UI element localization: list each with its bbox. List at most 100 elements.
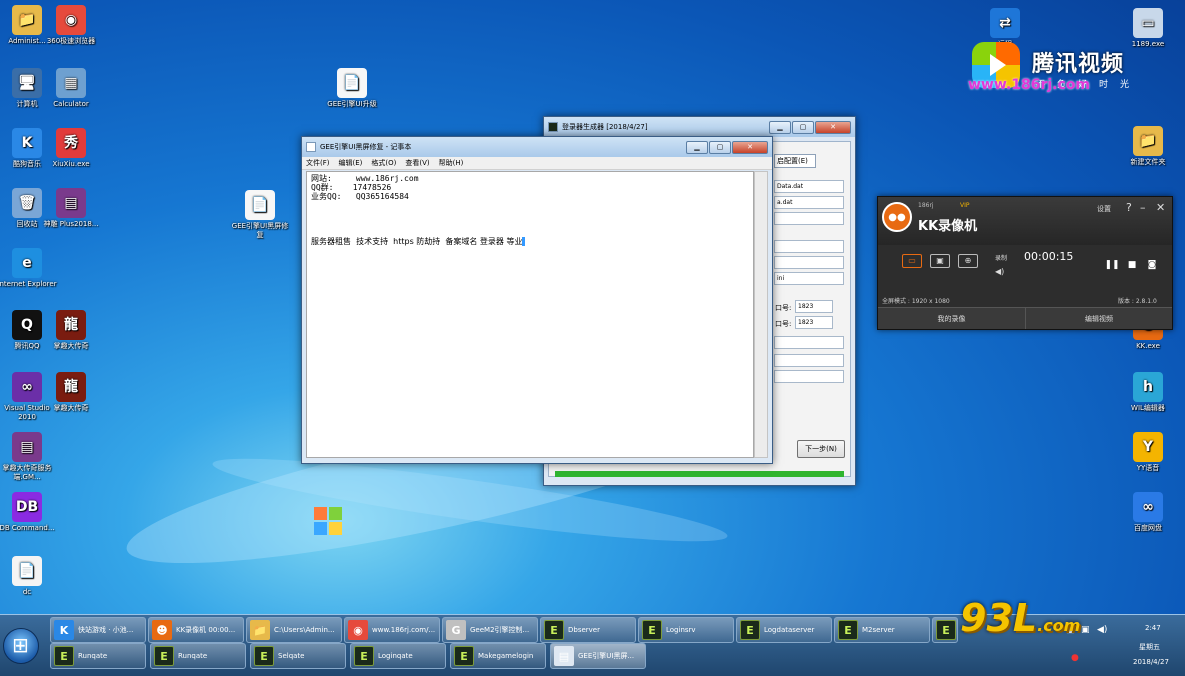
generator-field[interactable]: a.dat (774, 196, 844, 209)
notepad-window[interactable]: GEE引擎UI黑屏修复 - 记事本 ▁ ▢ ✕ 文件(F) 编辑(E) 格式(O… (301, 136, 773, 464)
generator-titlebar[interactable]: 登录器生成器 [2018/4/27] ▁ ▢ ✕ (544, 117, 855, 137)
app-icon: ⇄ (990, 8, 1020, 38)
clock-date[interactable]: 2018/4/27 (1133, 658, 1169, 666)
taskbar-app-icon: ▤ (554, 646, 574, 666)
desktop-icon[interactable]: e Internet Explorer (0, 248, 57, 289)
minimize-icon[interactable]: – (1140, 201, 1146, 214)
taskbar-button[interactable]: G GeeM2引擎控制... (442, 617, 538, 643)
volume-icon[interactable]: ◀) (995, 267, 1004, 276)
taskbar-button[interactable]: 📁 C:\Users\Admin... (246, 617, 342, 643)
game-mode-icon[interactable]: ⊕ (958, 254, 978, 268)
maximize-button[interactable]: ▢ (792, 120, 814, 134)
taskbar-button-label: Selqate (278, 652, 305, 660)
taskbar-button[interactable]: E Loginsrv (638, 617, 734, 643)
taskbar-button[interactable]: ◉ www.186rj.com/... (344, 617, 440, 643)
taskbar-button-label: GEE引擎UI黑屏... (578, 652, 635, 660)
desktop-icon[interactable]: 📄 GEE引擎UI黑屏修复 (230, 190, 290, 240)
text-line: 业务QQ: QQ365164584 (311, 192, 409, 201)
desktop-icon[interactable]: ▦ Calculator (41, 68, 101, 109)
desktop-icon-label: 掌趣大传奇 (53, 404, 89, 412)
maximize-button[interactable]: ▢ (709, 140, 731, 154)
volume-icon[interactable]: ◀) (1097, 625, 1107, 635)
taskbar-button-label: Makegamelogin (478, 652, 534, 660)
network-icon[interactable]: ▣ (1081, 625, 1090, 635)
minimize-button[interactable]: ▁ (686, 140, 708, 154)
clock-day[interactable]: 星期五 (1139, 642, 1160, 652)
taskbar-button[interactable]: E Runqate (150, 643, 246, 669)
desktop-icon[interactable]: 📄 GEE引擎UI升级 (322, 68, 382, 109)
desktop-icon[interactable]: ∞ 百度网盘 (1118, 492, 1178, 533)
menu-view[interactable]: 查看(V) (405, 158, 429, 168)
desktop-icon[interactable]: 秀 XiuXiu.exe (41, 128, 101, 169)
generator-field[interactable]: ini (774, 272, 844, 285)
minimize-button[interactable]: ▁ (769, 120, 791, 134)
taskbar-button[interactable]: E Logdataserver (736, 617, 832, 643)
taskbar-button[interactable]: E Runqate (50, 643, 146, 669)
start-button[interactable] (3, 628, 39, 664)
clock-time[interactable]: 2:47 (1145, 624, 1161, 632)
desktop-icon-label: 神雕 Plus2018... (43, 220, 99, 228)
app-icon: 秀 (56, 128, 86, 158)
screenshot-icon[interactable]: ◙ (1144, 260, 1160, 274)
taskbar-button[interactable]: K 快站游戏 · 小池... (50, 617, 146, 643)
taskbar-button[interactable]: E Makegamelogin (450, 643, 546, 669)
region-mode-icon[interactable]: ▣ (930, 254, 950, 268)
next-step-button[interactable]: 下一步(N) (797, 440, 845, 458)
generator-field[interactable]: Data.dat (774, 180, 844, 193)
desktop-icon[interactable]: h WIL编辑器 (1118, 372, 1178, 413)
close-button[interactable]: ✕ (732, 140, 768, 154)
port-input[interactable]: 1823 (795, 316, 833, 329)
taskbar-button[interactable]: E Dbserver (540, 617, 636, 643)
generator-field[interactable] (774, 212, 844, 225)
desktop-icon[interactable]: ▤ 掌趣大传奇服务端.GM... (0, 432, 57, 482)
notepad-menubar: 文件(F) 编辑(E) 格式(O) 查看(V) 帮助(H) (302, 157, 772, 170)
generator-field[interactable] (774, 336, 844, 349)
kk-username: 186rj (918, 202, 934, 209)
desktop-icon[interactable]: 📁 新建文件夹 (1118, 126, 1178, 167)
desktop-icon-label: Calculator (53, 100, 89, 108)
notepad-app-icon (306, 142, 316, 152)
notepad-titlebar[interactable]: GEE引擎UI黑屏修复 - 记事本 ▁ ▢ ✕ (302, 137, 772, 157)
generator-field[interactable] (774, 256, 844, 269)
taskbar-button[interactable]: E Loginqate (350, 643, 446, 669)
taskbar-button-label: Logdataserver (764, 626, 815, 634)
taskbar-button[interactable]: ▤ GEE引擎UI黑屏... (550, 643, 646, 669)
stop-icon[interactable]: ■ (1124, 260, 1140, 274)
edit-video-button[interactable]: 编辑视频 (1025, 307, 1172, 329)
taskbar-button[interactable]: ☻ KK录像机 00:00... (148, 617, 244, 643)
desktop-icon[interactable]: ▤ 神雕 Plus2018... (41, 188, 101, 229)
pause-icon[interactable]: ❚❚ (1104, 260, 1120, 274)
app-icon: h (1133, 372, 1163, 402)
taskbar-button[interactable]: E Selqate (250, 643, 346, 669)
generator-field[interactable] (774, 240, 844, 253)
tray-app-icon[interactable]: ● (1071, 653, 1079, 663)
desktop-icon[interactable]: Y YY语音 (1118, 432, 1178, 473)
generator-field[interactable] (774, 370, 844, 383)
menu-file[interactable]: 文件(F) (306, 158, 330, 168)
vertical-scrollbar[interactable] (754, 171, 768, 458)
taskbar-app-icon: E (154, 646, 174, 666)
tab-config[interactable]: 启配置(E) (774, 154, 816, 168)
kk-recorder-window[interactable]: ●● 186rj VIP KK录像机 设置 ? – ✕ ▭ ▣ ⊕ 录制 ◀) … (877, 196, 1173, 330)
desktop-icon[interactable]: DB DB Command... (0, 492, 57, 533)
menu-help[interactable]: 帮助(H) (439, 158, 464, 168)
desktop-icon[interactable]: 龍掌趣大传奇 (41, 310, 101, 351)
help-icon[interactable]: ? (1126, 201, 1132, 214)
notepad-text-area[interactable]: 网站: www.186rj.com QQ群: 17478526 业务QQ: QQ… (306, 171, 754, 458)
generator-field[interactable] (774, 354, 844, 367)
menu-format[interactable]: 格式(O) (371, 158, 396, 168)
desktop-icon-label: KK.exe (1136, 342, 1160, 350)
desktop-icon[interactable]: 📄 dc (0, 556, 57, 597)
close-button[interactable]: ✕ (815, 120, 851, 134)
fullscreen-mode-icon[interactable]: ▭ (902, 254, 922, 268)
my-videos-button[interactable]: 我的录像 (878, 307, 1025, 329)
kk-settings-link[interactable]: 设置 (1097, 204, 1111, 214)
menu-edit[interactable]: 编辑(E) (339, 158, 363, 168)
close-icon[interactable]: ✕ (1156, 201, 1165, 214)
port-input[interactable]: 1823 (795, 300, 833, 313)
taskbar-button[interactable]: E M2server (834, 617, 930, 643)
taskbar-button[interactable]: E (932, 617, 958, 643)
generator-app-icon (548, 122, 558, 132)
desktop-icon[interactable]: ◉ 360极速浏览器 (41, 5, 101, 46)
desktop-icon[interactable]: 龍掌趣大传奇 (41, 372, 101, 413)
